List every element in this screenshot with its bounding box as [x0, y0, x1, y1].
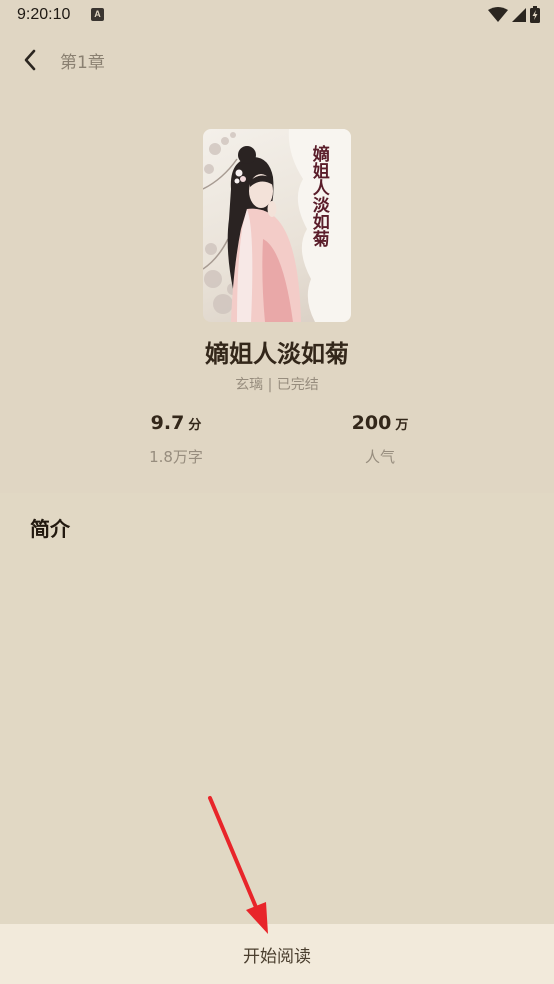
cover-title: 嫡姐人淡如菊 [308, 145, 329, 247]
stat-rating: 9.7 分 1.8万字 [96, 412, 256, 467]
back-button[interactable] [14, 44, 46, 76]
book-meta[interactable]: 玄璃 | 已完结 [0, 374, 554, 394]
intro-heading: 简介 [30, 517, 70, 541]
popularity-value: 200 [351, 412, 392, 434]
wifi-icon [488, 6, 508, 22]
book-title: 嫡姐人淡如菊 [205, 340, 349, 368]
status-icons [488, 6, 540, 23]
book-cover[interactable]: 嫡姐人淡如菊 [203, 129, 351, 322]
status-time: 9:20:10 [17, 6, 71, 23]
word-count-label: 1.8万字 [149, 448, 203, 466]
chevron-left-icon [24, 49, 36, 71]
status-bar: 9:20:10 A [0, 0, 554, 32]
rating-value: 9.7 [150, 412, 185, 434]
stat-popularity: 200 万 人气 [300, 412, 460, 467]
notification-a-icon: A [91, 8, 104, 21]
cell-signal-icon [512, 7, 526, 22]
chapter-title[interactable]: 第1章 [60, 48, 105, 73]
popularity-label: 人气 [364, 448, 395, 466]
start-reading-button[interactable]: 开始阅读 [0, 924, 554, 984]
popularity-unit: 万 [395, 418, 409, 433]
start-reading-label: 开始阅读 [243, 946, 311, 967]
intro-section: 简介 [0, 493, 554, 924]
battery-icon [530, 6, 540, 23]
top-bar: 第1章 [0, 36, 554, 82]
rating-unit: 分 [188, 418, 202, 433]
